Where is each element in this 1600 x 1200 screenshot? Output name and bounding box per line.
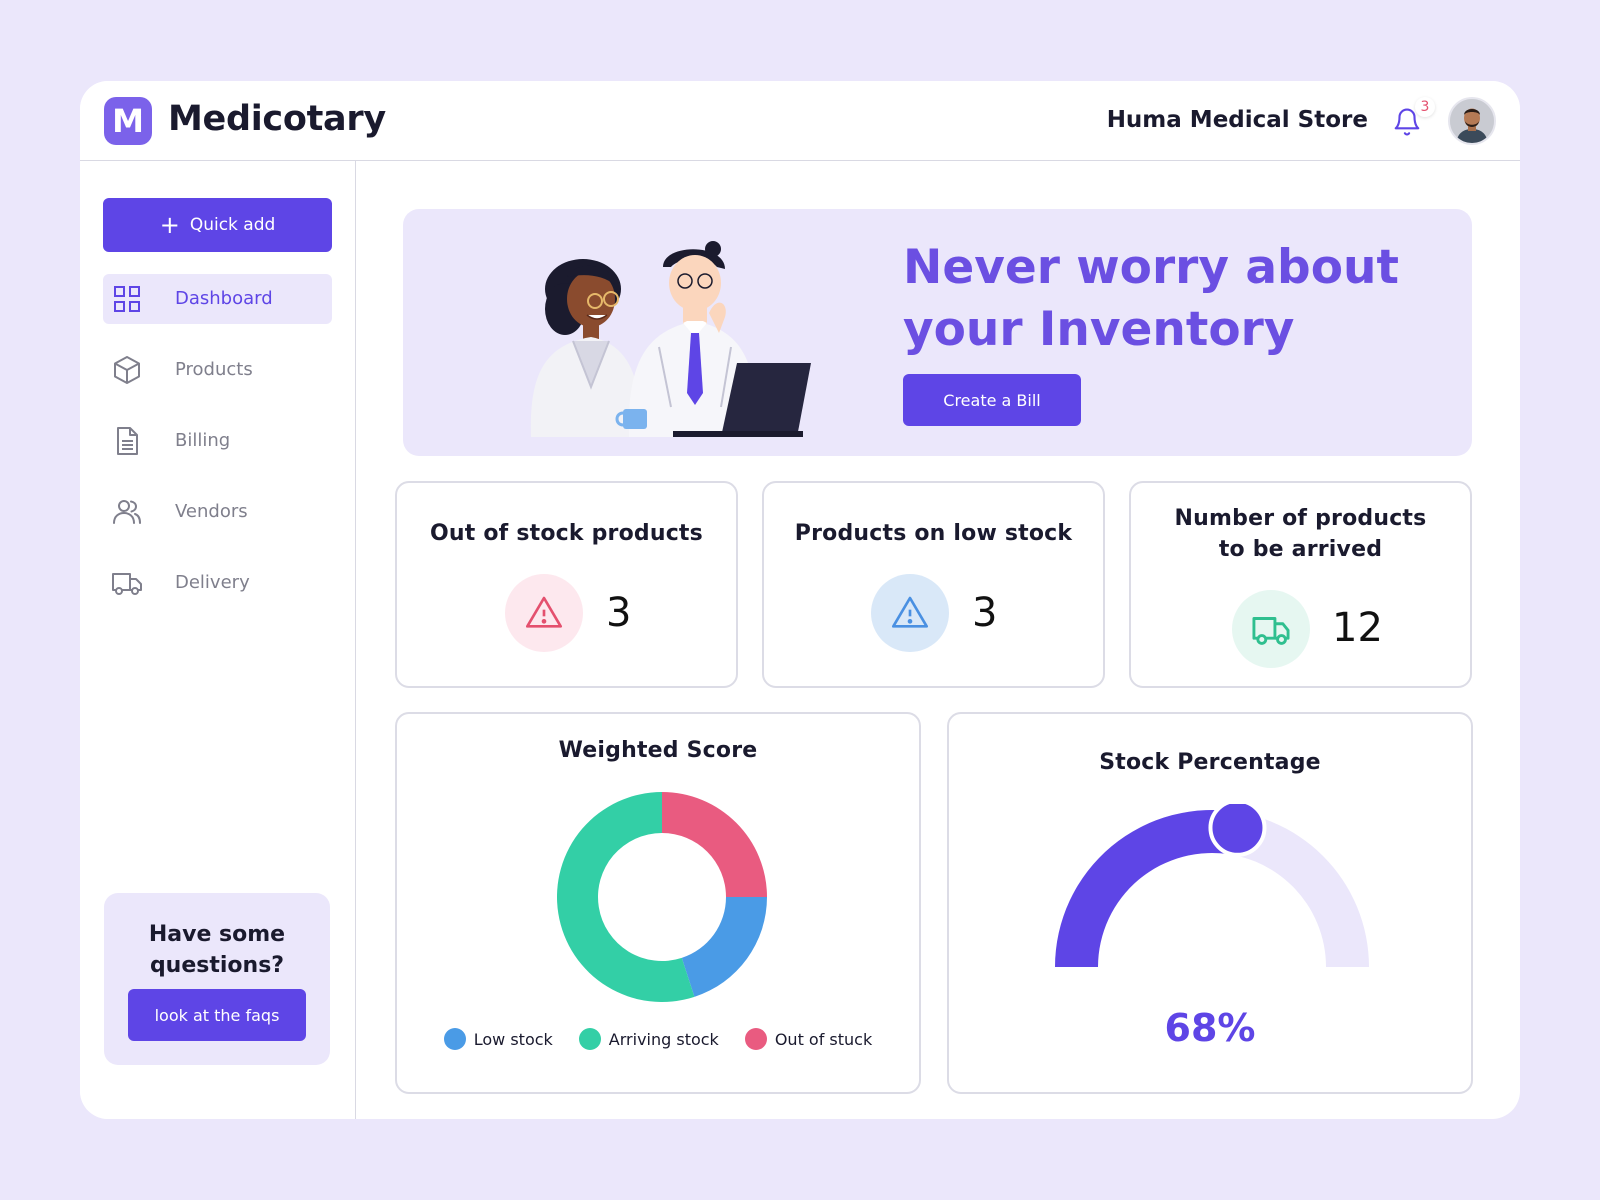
box-icon <box>114 356 140 384</box>
banner-title: Never worry about your Inventory <box>903 240 1399 357</box>
legend-dot <box>443 1028 466 1050</box>
create-bill-button[interactable]: Create a Bill <box>903 374 1081 426</box>
stock-percentage-card: Stock Percentage 68% <box>947 712 1473 1094</box>
doctors-illustration <box>530 241 811 437</box>
hero-banner: Never worry about your Inventory Create … <box>403 209 1472 456</box>
sidebar-item-label: Billing <box>175 430 231 451</box>
stat-card-out-of-stock: Out of stock products 3 <box>395 481 738 688</box>
donut-chart <box>557 792 767 1002</box>
stat-title: Out of stock products <box>430 521 703 546</box>
sidebar-item-vendors[interactable]: Vendors <box>103 487 332 537</box>
legend-item: Out of stuck <box>744 1028 873 1050</box>
avatar[interactable] <box>1448 97 1496 145</box>
stat-value: 3 <box>606 590 632 636</box>
quick-add-button[interactable]: + Quick add <box>103 198 332 252</box>
quick-add-label: Quick add <box>189 215 276 235</box>
sidebar-item-label: Products <box>175 359 253 380</box>
sidebar-item-label: Vendors <box>175 501 248 522</box>
sidebar-item-label: Delivery <box>175 572 250 593</box>
legend-dot <box>578 1028 601 1050</box>
stat-icon-circle <box>871 574 949 652</box>
legend-dot <box>744 1028 767 1050</box>
donut-slice <box>681 897 767 997</box>
document-icon <box>117 427 138 455</box>
sidebar: + Quick add Dashboard Products Billing V… <box>80 161 356 1119</box>
gauge-knob[interactable] <box>1208 804 1267 857</box>
legend-item: Low stock <box>443 1028 553 1050</box>
faq-button[interactable]: look at the faqs <box>128 989 306 1041</box>
plus-icon: + <box>159 211 180 239</box>
sidebar-item-label: Dashboard <box>175 288 273 309</box>
users-icon <box>113 500 141 524</box>
truck-icon <box>1252 617 1290 645</box>
warning-icon <box>526 596 562 628</box>
notification-badge: 3 <box>1415 97 1435 117</box>
sidebar-item-dashboard[interactable]: Dashboard <box>103 274 332 324</box>
stat-card-low-stock: Products on low stock 3 <box>762 481 1105 688</box>
stat-icon-circle <box>505 574 583 652</box>
faq-title: Have some questions? <box>148 922 286 978</box>
sidebar-item-billing[interactable]: Billing <box>103 416 332 466</box>
app-logo-icon[interactable]: M <box>104 97 152 145</box>
legend-item: Arriving stock <box>578 1028 719 1050</box>
stat-value: 12 <box>1332 605 1383 651</box>
chart-title: Stock Percentage <box>1099 750 1321 775</box>
stat-icon-circle <box>1232 590 1310 668</box>
chart-title: Weighted Score <box>558 738 758 763</box>
donut-slice <box>662 792 767 897</box>
truck-icon <box>112 573 142 595</box>
app-name: Medicotary <box>168 99 386 139</box>
legend-label: Out of stuck <box>774 1029 873 1049</box>
stat-card-arriving: Number of products to be arrived 12 <box>1129 481 1472 688</box>
gauge-value: 68% <box>1164 1006 1256 1050</box>
store-name: Huma Medical Store <box>1106 107 1368 133</box>
stat-title: Number of products to be arrived <box>1174 506 1427 562</box>
legend-label: Low stock <box>473 1029 553 1049</box>
warning-icon <box>892 596 928 628</box>
faq-card: Have some questions? look at the faqs <box>104 893 330 1065</box>
sidebar-item-products[interactable]: Products <box>103 345 332 395</box>
stat-title: Products on low stock <box>794 521 1073 546</box>
top-header: M Medicotary Huma Medical Store 3 <box>80 81 1520 161</box>
legend-label: Arriving stock <box>608 1029 719 1049</box>
gauge-chart <box>1055 804 1369 967</box>
stat-value: 3 <box>972 590 998 636</box>
weighted-score-card: Weighted Score Low stock Arriving stock … <box>395 712 921 1094</box>
avatar-image <box>1450 99 1494 143</box>
sidebar-item-delivery[interactable]: Delivery <box>103 558 332 608</box>
grid-icon <box>114 286 140 312</box>
chart-legend: Low stock Arriving stock Out of stuck <box>397 1028 919 1050</box>
